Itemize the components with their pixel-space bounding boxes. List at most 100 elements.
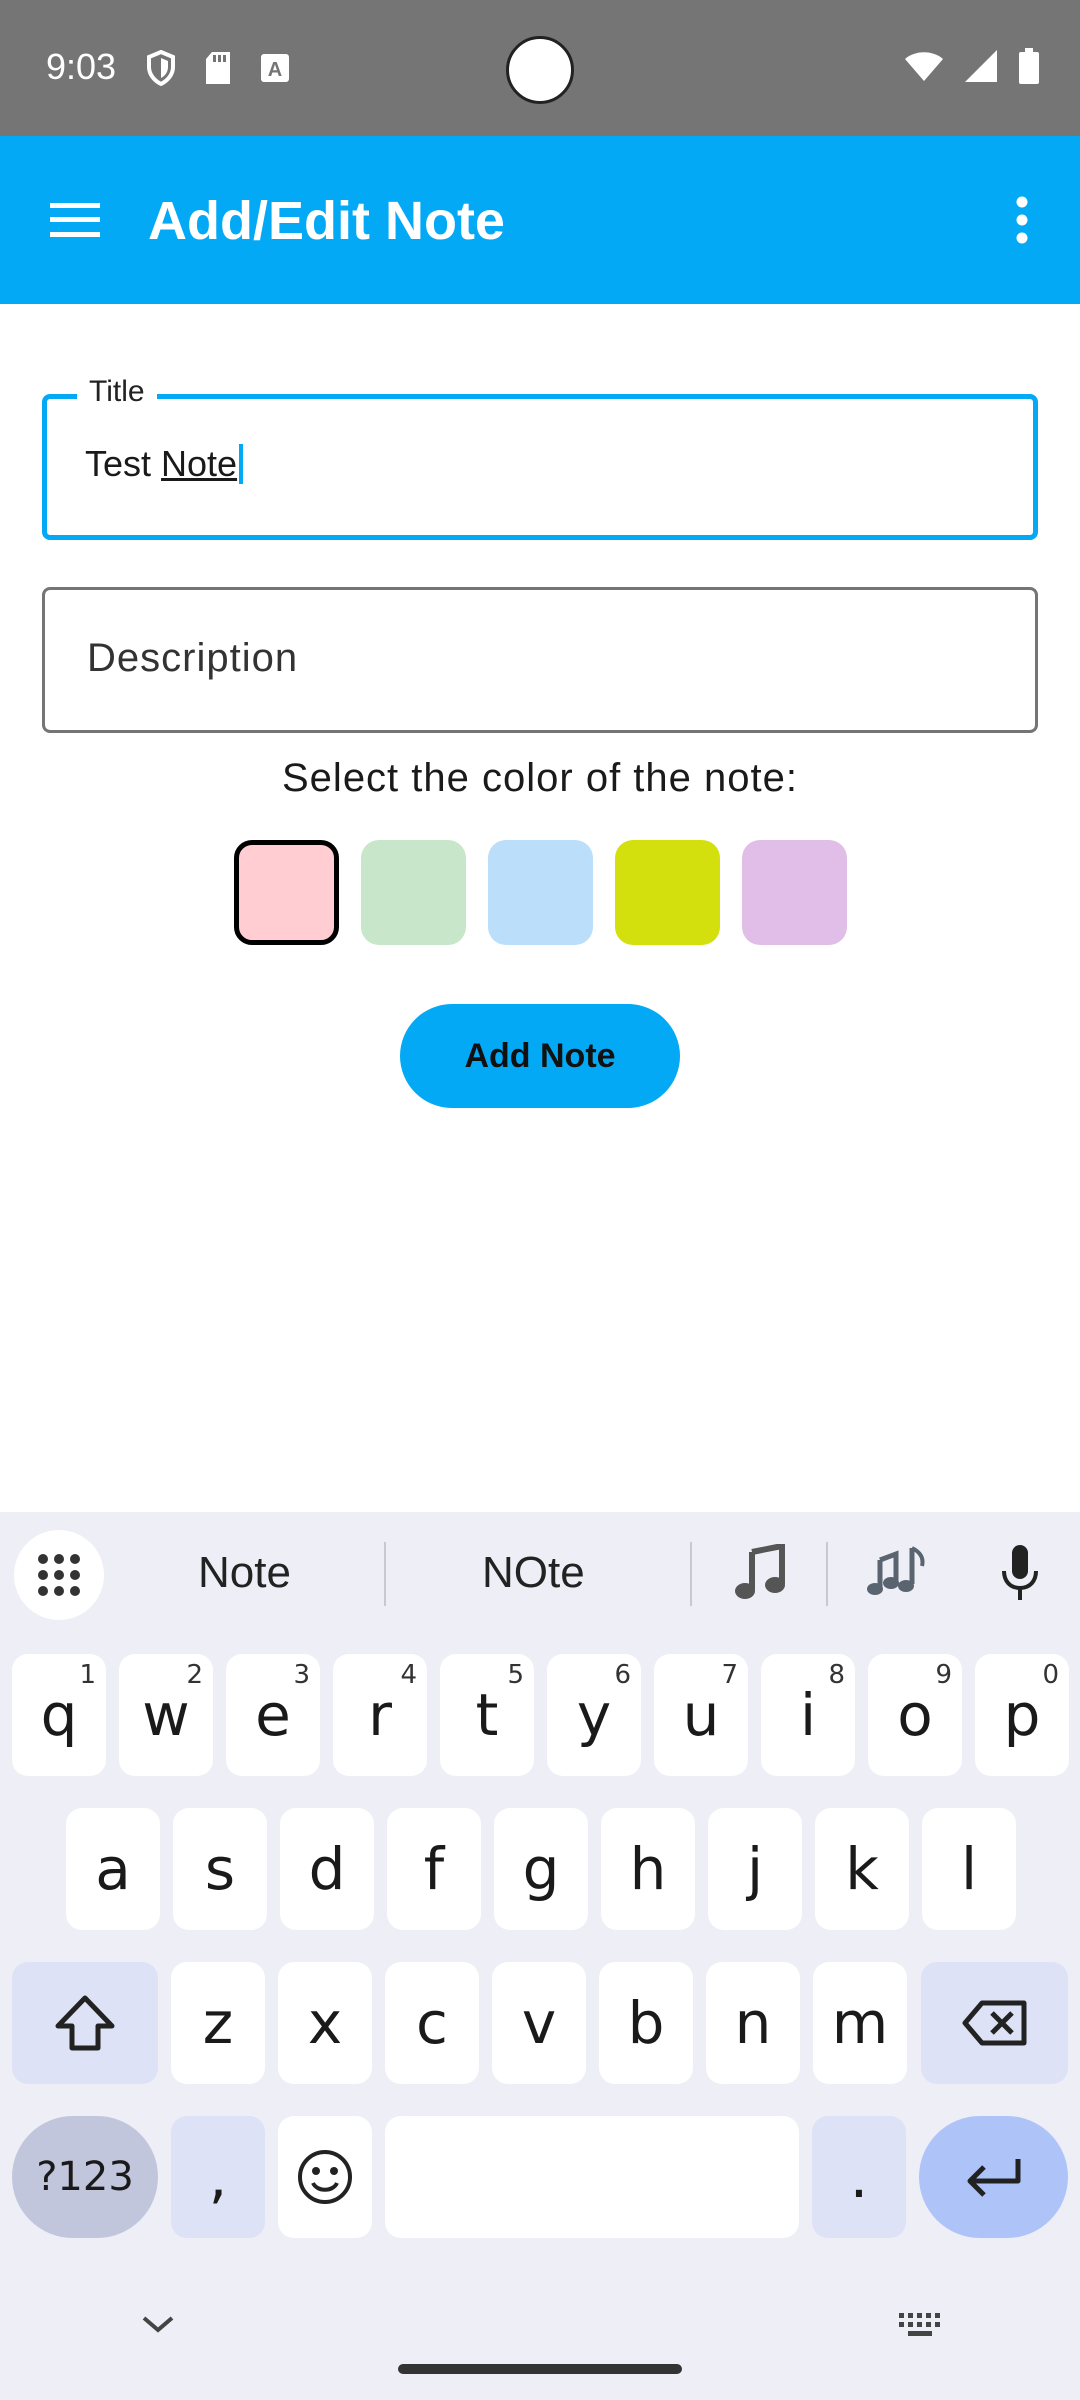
key-q[interactable]: q1	[12, 1654, 106, 1776]
hide-keyboard-icon[interactable]	[140, 2312, 176, 2336]
key-l[interactable]: l	[922, 1808, 1016, 1930]
key-label: d	[308, 1835, 346, 1903]
key-label: m	[831, 1989, 889, 2057]
hamburger-menu-icon	[50, 203, 100, 237]
shift-arrow-icon	[55, 1995, 115, 2051]
key-label: f	[423, 1835, 445, 1903]
sd-card-icon	[206, 52, 230, 84]
key-c[interactable]: c	[385, 1962, 479, 2084]
key-m[interactable]: m	[813, 1962, 907, 2084]
color-swatch-green[interactable]	[361, 840, 466, 945]
emoji-key[interactable]	[278, 2116, 372, 2238]
enter-key[interactable]	[919, 2116, 1068, 2238]
key-f[interactable]: f	[387, 1808, 481, 1930]
key-label: t	[475, 1681, 499, 1749]
musical-note-emoji[interactable]	[734, 1544, 786, 1600]
key-label: o	[897, 1681, 933, 1749]
key-d[interactable]: d	[280, 1808, 374, 1930]
key-e[interactable]: e3	[226, 1654, 320, 1776]
color-swatch-group	[234, 840, 847, 945]
key-b[interactable]: b	[599, 1962, 693, 2084]
key-label: j	[746, 1835, 764, 1903]
suggestion-divider	[690, 1542, 692, 1606]
suggestion-1[interactable]: Note	[198, 1548, 291, 1598]
enter-arrow-icon	[967, 2159, 1020, 2197]
text-cursor	[239, 444, 244, 484]
add-note-button[interactable]: Add Note	[400, 1004, 680, 1108]
overflow-menu-button[interactable]	[994, 186, 1050, 254]
musical-notes-emoji[interactable]	[866, 1544, 926, 1600]
key-label: u	[682, 1681, 720, 1749]
key-hint: 4	[400, 1660, 417, 1690]
signal-icon	[965, 50, 997, 82]
voice-input-button[interactable]	[994, 1542, 1046, 1606]
title-field-value: Test Note	[85, 443, 244, 485]
svg-text:A: A	[268, 59, 282, 81]
key-label: i	[799, 1681, 817, 1749]
key-v[interactable]: v	[492, 1962, 586, 2084]
keyboard-switch-icon[interactable]	[898, 2312, 942, 2338]
color-swatch-purple[interactable]	[742, 840, 847, 945]
key-w[interactable]: w2	[119, 1654, 213, 1776]
backspace-key[interactable]	[921, 1962, 1068, 2084]
page-title: Add/Edit Note	[148, 191, 505, 251]
color-swatch-lime[interactable]	[615, 840, 720, 945]
key-h[interactable]: h	[601, 1808, 695, 1930]
shield-icon	[147, 50, 175, 86]
app-bar: Add/Edit Note	[0, 136, 1080, 304]
color-swatch-blue[interactable]	[488, 840, 593, 945]
key-n[interactable]: n	[706, 1962, 800, 2084]
key-label: k	[845, 1835, 879, 1903]
color-swatch-pink[interactable]	[234, 840, 339, 945]
key-hint: 9	[935, 1660, 952, 1690]
period-key[interactable]: .	[812, 2116, 906, 2238]
key-i[interactable]: i8	[761, 1654, 855, 1776]
status-bar: 9:03 A	[0, 0, 1080, 136]
key-label: a	[95, 1835, 131, 1903]
shift-key[interactable]	[12, 1962, 158, 2084]
space-key[interactable]	[385, 2116, 799, 2238]
suggestion-2[interactable]: NOte	[482, 1548, 585, 1598]
soft-keyboard: Note NOte q1w2e3r4t5y6u7i8o 9 p 0 a s d …	[0, 1512, 1080, 2400]
key-label: q	[40, 1681, 78, 1749]
key-t[interactable]: t5	[440, 1654, 534, 1776]
status-icons-right	[904, 48, 1040, 84]
comma-key[interactable]: ,	[171, 2116, 265, 2238]
key-hint: 6	[614, 1660, 631, 1690]
more-vert-icon	[1016, 196, 1028, 244]
key-label: e	[255, 1681, 291, 1749]
description-field[interactable]: Description	[42, 587, 1038, 733]
key-a[interactable]: a	[66, 1808, 160, 1930]
font-a-icon: A	[261, 54, 289, 82]
key-o[interactable]: o9	[868, 1654, 962, 1776]
key-label: n	[734, 1989, 772, 2057]
front-camera	[506, 36, 574, 104]
title-value-composing: Note	[161, 443, 238, 484]
description-placeholder: Description	[87, 636, 299, 680]
key-label: z	[202, 1989, 234, 2057]
key-y[interactable]: y6	[547, 1654, 641, 1776]
home-gesture-bar[interactable]	[398, 2364, 682, 2374]
suggestion-bar: Note NOte	[0, 1512, 1080, 1636]
key-k[interactable]: k	[815, 1808, 909, 1930]
key-j[interactable]: j	[708, 1808, 802, 1930]
suggestion-divider	[384, 1542, 386, 1606]
key-z[interactable]: z	[171, 1962, 265, 2084]
key-label: c	[416, 1989, 448, 2057]
wifi-icon	[905, 52, 943, 81]
key-x[interactable]: x	[278, 1962, 372, 2084]
keyboard-apps-button[interactable]	[14, 1530, 104, 1620]
suggestion-divider	[826, 1542, 828, 1606]
key-hint: 7	[721, 1660, 738, 1690]
key-p[interactable]: p0	[975, 1654, 1069, 1776]
key-u[interactable]: u7	[654, 1654, 748, 1776]
navigation-menu-button[interactable]	[40, 192, 110, 248]
key-label: y	[576, 1681, 612, 1749]
grid-icon	[38, 1554, 80, 1596]
key-r[interactable]: r4	[333, 1654, 427, 1776]
key-s[interactable]: s	[173, 1808, 267, 1930]
title-field[interactable]: Title Test Note	[42, 375, 1038, 540]
key-g[interactable]: g	[494, 1808, 588, 1930]
key-label: h	[629, 1835, 667, 1903]
symbols-key[interactable]: ?123	[12, 2116, 158, 2238]
